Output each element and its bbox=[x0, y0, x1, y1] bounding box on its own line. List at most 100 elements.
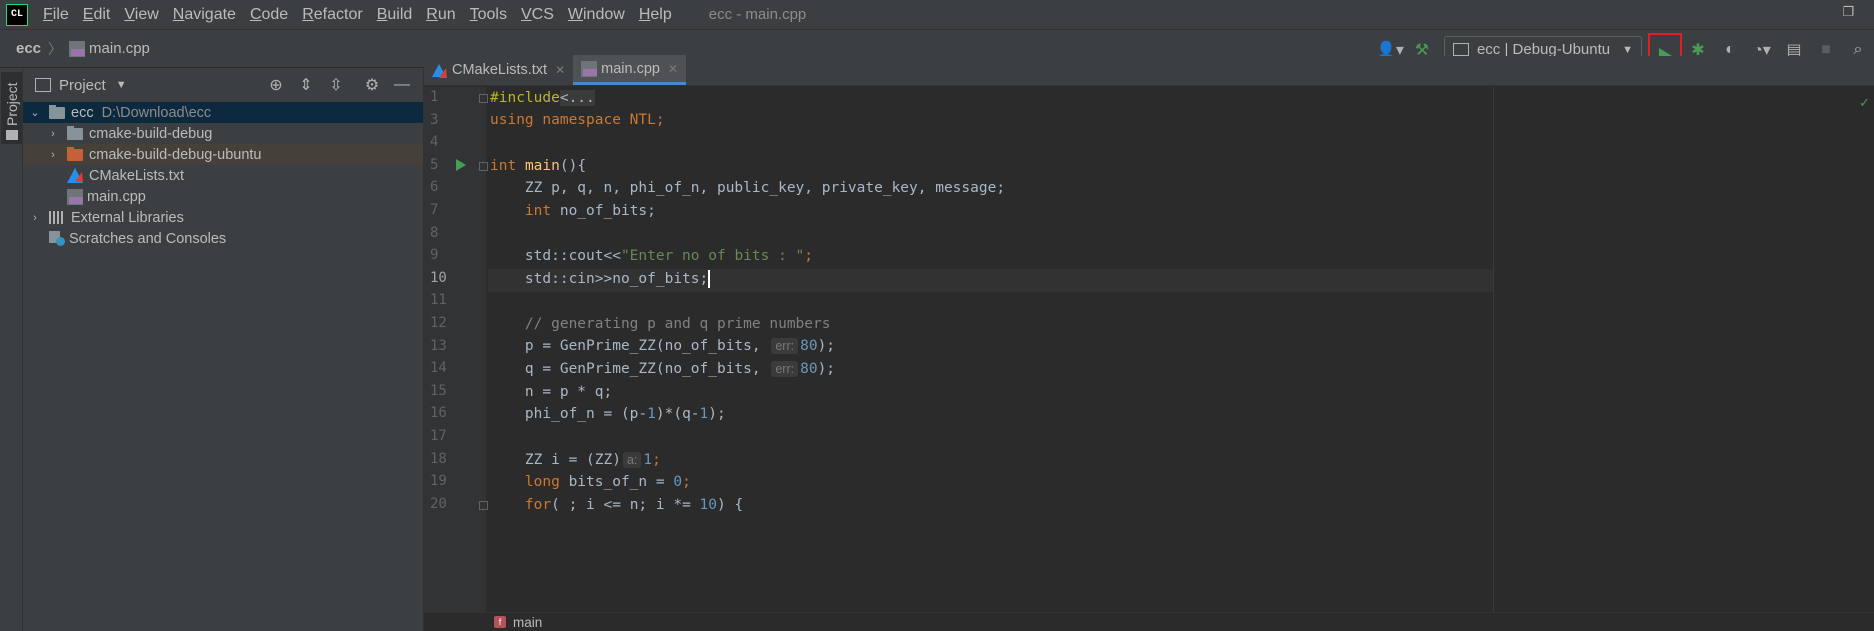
menu-help[interactable]: Help bbox=[632, 0, 679, 29]
line-number: 6 bbox=[430, 179, 439, 195]
folded-code[interactable]: <... bbox=[559, 90, 595, 106]
run-gutter-icon[interactable] bbox=[456, 159, 466, 171]
line-number: 16 bbox=[430, 405, 447, 421]
menu-refactor[interactable]: Refactor bbox=[295, 0, 369, 29]
code-line-3: using namespace NTL; bbox=[490, 109, 665, 132]
tree-item-main-cpp[interactable]: main.cpp bbox=[23, 186, 423, 207]
code-token: std::cout<< bbox=[524, 248, 621, 264]
current-function-label[interactable]: main bbox=[513, 615, 542, 630]
menu-edit[interactable]: Edit bbox=[76, 0, 118, 29]
menu-file[interactable]: File bbox=[36, 0, 76, 29]
chevron-down-icon[interactable]: ⌄ bbox=[27, 106, 43, 119]
cmake-icon bbox=[67, 168, 83, 183]
project-panel-title[interactable]: Project bbox=[59, 77, 106, 94]
menu-tools[interactable]: Tools bbox=[463, 0, 514, 29]
fold-icon[interactable] bbox=[479, 501, 488, 510]
tab-label: CMakeLists.txt bbox=[452, 62, 548, 78]
clion-logo-icon: CL bbox=[6, 3, 28, 26]
code-token: using namespace NTL; bbox=[490, 112, 665, 128]
tree-item-cmake-build-debug[interactable]: › cmake-build-debug bbox=[23, 123, 423, 144]
restore-window-icon[interactable]: ❐ bbox=[1842, 4, 1854, 20]
code-line-9: std::cout<<"Enter no of bits : "; bbox=[490, 245, 813, 268]
project-panel-header: Project ▼ ⊕ ⇕ ⇳ ⚙ — bbox=[23, 68, 423, 102]
code-token: p = GenPrime_ZZ(no_of_bits, bbox=[524, 338, 761, 354]
menu-run[interactable]: Run bbox=[419, 0, 462, 29]
code-line-1: #include<... bbox=[490, 87, 595, 110]
menu-vcs[interactable]: VCS bbox=[514, 0, 561, 29]
tree-item-scratches[interactable]: Scratches and Consoles bbox=[23, 228, 423, 249]
code-token: 1 bbox=[647, 406, 656, 422]
chevron-right-icon[interactable]: › bbox=[45, 149, 61, 161]
fold-icon[interactable] bbox=[479, 162, 488, 171]
tree-item-label: CMakeLists.txt bbox=[89, 167, 185, 184]
line-number: 4 bbox=[430, 134, 439, 150]
editor-breadcrumb-footer: f main bbox=[424, 612, 1874, 631]
breadcrumb-project[interactable]: ecc bbox=[16, 40, 41, 57]
code-token: ) { bbox=[717, 497, 744, 513]
library-icon bbox=[49, 211, 65, 224]
menu-build[interactable]: Build bbox=[370, 0, 420, 29]
tab-cmakelists[interactable]: CMakeLists.txt ✕ bbox=[424, 55, 573, 85]
menu-code[interactable]: Code bbox=[243, 0, 295, 29]
code-token: phi_of_n = (p- bbox=[524, 406, 648, 422]
parameter-hint: err: bbox=[771, 338, 799, 354]
code-token: ; bbox=[804, 248, 814, 264]
tree-item-external-libraries[interactable]: › External Libraries bbox=[23, 207, 423, 228]
folder-icon bbox=[67, 125, 83, 140]
line-number: 19 bbox=[430, 473, 447, 489]
project-tool-window-label: Project bbox=[4, 82, 20, 126]
left-tool-strip: Project bbox=[0, 68, 23, 631]
code-token: (){ bbox=[559, 158, 587, 174]
cpp-file-icon bbox=[581, 60, 598, 77]
code-token: n = p * q; bbox=[524, 384, 613, 400]
menu-view[interactable]: View bbox=[117, 0, 165, 29]
code-line-15: n = p * q; bbox=[490, 381, 612, 404]
cpp-file-icon bbox=[69, 40, 86, 57]
tab-main-cpp[interactable]: main.cpp ✕ bbox=[573, 55, 687, 85]
code-token: no_of_bits; bbox=[551, 203, 656, 219]
code-editor[interactable]: 1 3 4 5 6 7 8 9 10 11 12 13 14 15 16 17 … bbox=[424, 87, 1874, 631]
project-view-icon bbox=[35, 78, 51, 92]
code-token: ); bbox=[817, 338, 836, 354]
editor-gutter: 1 3 4 5 6 7 8 9 10 11 12 13 14 15 16 17 … bbox=[424, 87, 488, 631]
code-token: "Enter no of bits : " bbox=[620, 248, 805, 264]
chevron-right-icon[interactable]: › bbox=[45, 128, 61, 140]
code-line-7: int no_of_bits; bbox=[490, 200, 656, 223]
breadcrumb-file[interactable]: main.cpp bbox=[89, 40, 150, 57]
line-number: 15 bbox=[430, 383, 447, 399]
tree-item-cmake-build-debug-ubuntu[interactable]: › cmake-build-debug-ubuntu bbox=[23, 144, 423, 165]
minimize-icon[interactable]: — bbox=[387, 76, 417, 94]
chevron-down-icon[interactable]: ▼ bbox=[116, 79, 127, 91]
close-icon[interactable]: ✕ bbox=[555, 63, 565, 77]
tree-item-label: Scratches and Consoles bbox=[69, 230, 227, 247]
project-tool-window-button[interactable]: Project bbox=[1, 72, 22, 144]
scratches-icon bbox=[49, 231, 65, 246]
tree-item-label: cmake-build-debug-ubuntu bbox=[89, 146, 262, 163]
menu-navigate[interactable]: Navigate bbox=[166, 0, 243, 29]
menu-window[interactable]: Window bbox=[561, 0, 632, 29]
code-line-13: p = GenPrime_ZZ(no_of_bits, err: 80); bbox=[490, 335, 835, 358]
code-token: std::cin>>no_of_bits; bbox=[524, 271, 709, 287]
tree-item-cmakelists[interactable]: CMakeLists.txt bbox=[23, 165, 423, 186]
code-token: 80 bbox=[800, 361, 818, 377]
line-number: 10 bbox=[430, 270, 447, 286]
collapse-all-icon[interactable]: ⇳ bbox=[321, 75, 351, 95]
tree-item-ecc[interactable]: ⌄ ecc D:\Download\ecc bbox=[23, 102, 423, 123]
close-icon[interactable]: ✕ bbox=[668, 62, 678, 76]
code-token: q = GenPrime_ZZ(no_of_bits, bbox=[524, 361, 761, 377]
code-token: 0 bbox=[673, 474, 683, 490]
inspection-ok-icon[interactable]: ✓ bbox=[1859, 95, 1870, 111]
code-line-16: phi_of_n = (p-1)*(q-1); bbox=[490, 403, 726, 426]
chevron-right-icon[interactable]: › bbox=[27, 212, 43, 224]
expand-all-icon[interactable]: ⇕ bbox=[291, 75, 321, 95]
fold-icon[interactable] bbox=[479, 94, 488, 103]
code-token: ZZ i = (ZZ) bbox=[524, 452, 621, 468]
tab-label: main.cpp bbox=[601, 60, 660, 77]
code-token: ; bbox=[682, 474, 691, 490]
project-panel: Project ▼ ⊕ ⇕ ⇳ ⚙ — ⌄ ecc D:\Download\ec… bbox=[23, 68, 424, 631]
gear-icon[interactable]: ⚙ bbox=[357, 75, 387, 95]
line-number: 1 bbox=[430, 89, 439, 105]
line-number: 13 bbox=[430, 338, 447, 354]
cpp-file-icon bbox=[67, 188, 83, 205]
locate-file-icon[interactable]: ⊕ bbox=[261, 75, 291, 95]
